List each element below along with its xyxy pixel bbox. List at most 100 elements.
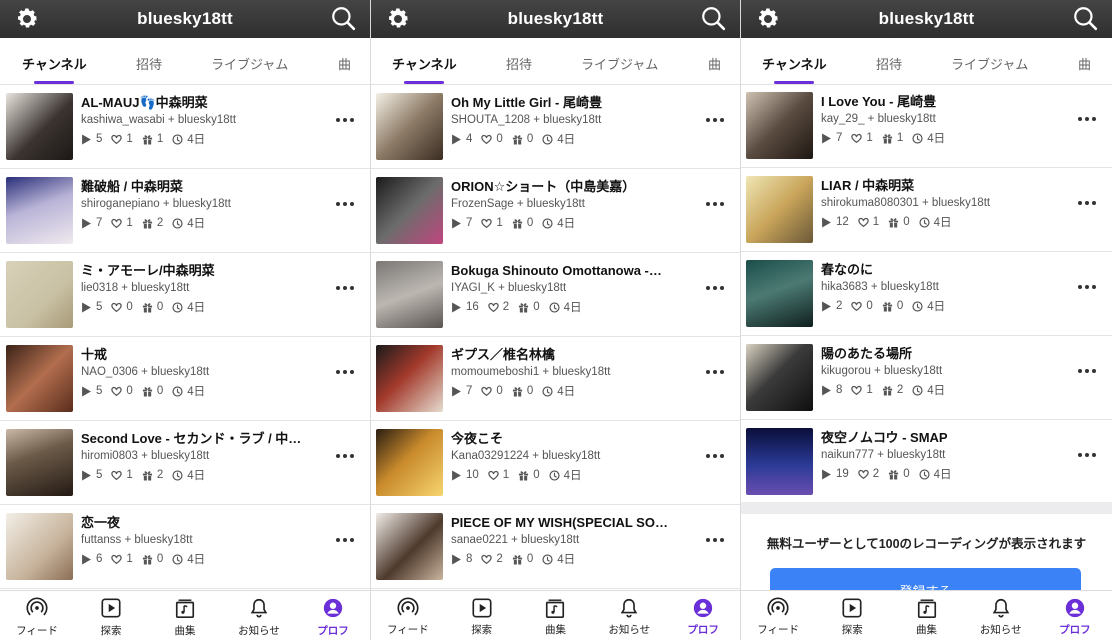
cover-image[interactable]: [376, 261, 443, 328]
list-item[interactable]: 恋一夜 futtanss + bluesky18tt 6 1 0 4日: [0, 505, 370, 589]
list-item[interactable]: 十戒 NAO_0306 + bluesky18tt 5 0 0 4日: [0, 337, 370, 421]
more-icon[interactable]: [336, 286, 354, 292]
more-icon[interactable]: [1078, 453, 1096, 459]
cover-image[interactable]: [746, 92, 813, 159]
cover-image[interactable]: [6, 93, 73, 160]
more-icon[interactable]: [336, 454, 354, 460]
tab-channel[interactable]: チャンネル: [22, 54, 87, 73]
more-icon[interactable]: [706, 538, 724, 544]
list-item[interactable]: AL-MAUJ👣中森明菜 kashiwa_wasabi + bluesky18tt…: [0, 85, 370, 169]
tab-songs[interactable]: 曲: [708, 54, 721, 73]
tab-songs[interactable]: 曲: [1078, 54, 1091, 73]
tab-channel[interactable]: チャンネル: [392, 54, 457, 73]
nav-label: 探索: [841, 624, 863, 636]
nav-item-explore[interactable]: 探索: [445, 591, 519, 640]
cover-image[interactable]: [376, 345, 443, 412]
heart-icon: [858, 217, 873, 228]
more-icon[interactable]: [1078, 117, 1096, 123]
time-ago: 4日: [563, 470, 582, 482]
list-item[interactable]: Oh My Little Girl - 尾崎豊 SHOUTA_1208 + blu…: [371, 85, 740, 169]
tab-invite[interactable]: 招待: [506, 54, 532, 73]
cover-image[interactable]: [746, 344, 813, 411]
app-header: bluesky18tt: [741, 0, 1112, 38]
nav-item-songbook[interactable]: 曲集: [148, 591, 222, 640]
clock-icon: [542, 553, 557, 565]
search-icon[interactable]: [1072, 5, 1098, 31]
cover-image[interactable]: [6, 513, 73, 580]
play-count: 16: [466, 301, 479, 313]
nav-item-notifications[interactable]: お知らせ: [222, 591, 296, 640]
cover-image[interactable]: [376, 177, 443, 244]
tab-live-jam[interactable]: ライブジャム: [211, 54, 288, 73]
nav-item-explore[interactable]: 探索: [815, 591, 889, 640]
song-title: Oh My Little Girl - 尾崎豊: [451, 95, 602, 110]
gear-icon[interactable]: [385, 6, 411, 32]
list-item[interactable]: ギプス／椎名林檎 momoumeboshi1 + bluesky18tt 7 0 0 4日: [371, 337, 740, 421]
more-icon[interactable]: [706, 454, 724, 460]
nav-item-feed[interactable]: フィード: [0, 591, 74, 640]
tab-live-jam[interactable]: ライブジャム: [581, 54, 658, 73]
list-item[interactable]: ミ・アモーレ/中森明菜 lie0318 + bluesky18tt 5 0 0 4日: [0, 253, 370, 337]
more-icon[interactable]: [336, 202, 354, 208]
song-title: PIECE OF MY WISH(SPECIAL SO…: [451, 515, 668, 530]
nav-item-profile[interactable]: プロフ: [1038, 591, 1112, 640]
cover-image[interactable]: [376, 513, 443, 580]
more-icon[interactable]: [706, 370, 724, 376]
list-item[interactable]: 今夜こそ Kana03291224 + bluesky18tt 10 1 0 4日: [371, 421, 740, 505]
cover-image[interactable]: [746, 428, 813, 495]
nav-item-profile[interactable]: プロフ: [666, 591, 740, 640]
cover-image[interactable]: [746, 260, 813, 327]
list-item[interactable]: LIAR / 中森明菜 shirokuma8080301 + bluesky18t…: [741, 168, 1112, 252]
cover-image[interactable]: [376, 93, 443, 160]
cover-image[interactable]: [746, 176, 813, 243]
list-item[interactable]: ORION☆ショート（中島美嘉） FrozenSage + bluesky18tt…: [371, 169, 740, 253]
clock-icon: [172, 469, 187, 481]
search-icon[interactable]: [330, 5, 356, 31]
nav-item-feed[interactable]: フィード: [371, 591, 445, 640]
nav-item-notifications[interactable]: お知らせ: [592, 591, 666, 640]
more-icon[interactable]: [706, 118, 724, 124]
list-item[interactable]: Second Love - セカンド・ラブ / 中… hiromi0803 + b…: [0, 421, 370, 505]
more-icon[interactable]: [336, 370, 354, 376]
heart-icon: [851, 133, 866, 144]
nav-item-feed[interactable]: フィード: [741, 591, 815, 640]
more-icon[interactable]: [1078, 369, 1096, 375]
stats-row: 12 1 0 4日: [821, 214, 1072, 230]
list-item[interactable]: I Love You - 尾崎豊 kay_29_ + bluesky18tt 7 1 1…: [741, 84, 1112, 168]
more-icon[interactable]: [706, 202, 724, 208]
nav-item-profile[interactable]: プロフ: [296, 591, 370, 640]
more-icon[interactable]: [1078, 201, 1096, 207]
search-icon[interactable]: [700, 5, 726, 31]
recording-list: I Love You - 尾崎豊 kay_29_ + bluesky18tt 7 1 1…: [741, 84, 1112, 590]
gear-icon[interactable]: [14, 6, 40, 32]
more-icon[interactable]: [336, 118, 354, 124]
tab-channel[interactable]: チャンネル: [762, 54, 827, 73]
list-item[interactable]: PIECE OF MY WISH(SPECIAL SO… sanae0221 + …: [371, 505, 740, 589]
nav-item-notifications[interactable]: お知らせ: [964, 591, 1038, 640]
nav-item-songbook[interactable]: 曲集: [519, 591, 593, 640]
cover-image[interactable]: [6, 429, 73, 496]
more-icon[interactable]: [1078, 285, 1096, 291]
profile-icon: [322, 597, 344, 622]
cover-image[interactable]: [376, 429, 443, 496]
gift-count: 0: [903, 468, 910, 480]
more-icon[interactable]: [336, 538, 354, 544]
tab-invite[interactable]: 招待: [136, 54, 162, 73]
list-item[interactable]: Bokuga Shinouto Omottanowa -… IYAGI_K + b…: [371, 253, 740, 337]
tab-invite[interactable]: 招待: [876, 54, 902, 73]
gear-icon[interactable]: [755, 6, 781, 32]
list-item[interactable]: 陽のあたる場所 kikugorou + bluesky18tt 8 1 2 4日: [741, 336, 1112, 420]
list-item[interactable]: 春なのに hika3683 + bluesky18tt 2 0 0 4日: [741, 252, 1112, 336]
nav-item-songbook[interactable]: 曲集: [889, 591, 963, 640]
more-icon[interactable]: [706, 286, 724, 292]
nav-label: 曲集: [544, 624, 566, 636]
cover-image[interactable]: [6, 261, 73, 328]
cover-image[interactable]: [6, 177, 73, 244]
list-item[interactable]: 難破船 / 中森明菜 shiroganepiano + bluesky18tt 7 1…: [0, 169, 370, 253]
cover-image[interactable]: [6, 345, 73, 412]
tab-songs[interactable]: 曲: [338, 54, 351, 73]
list-item[interactable]: 夜空ノムコウ - SMAP naikun777 + bluesky18tt 19 2 0…: [741, 420, 1112, 504]
tab-live-jam[interactable]: ライブジャム: [951, 54, 1028, 73]
nav-item-explore[interactable]: 探索: [74, 591, 148, 640]
performers: kashiwa_wasabi + bluesky18tt: [81, 114, 237, 126]
